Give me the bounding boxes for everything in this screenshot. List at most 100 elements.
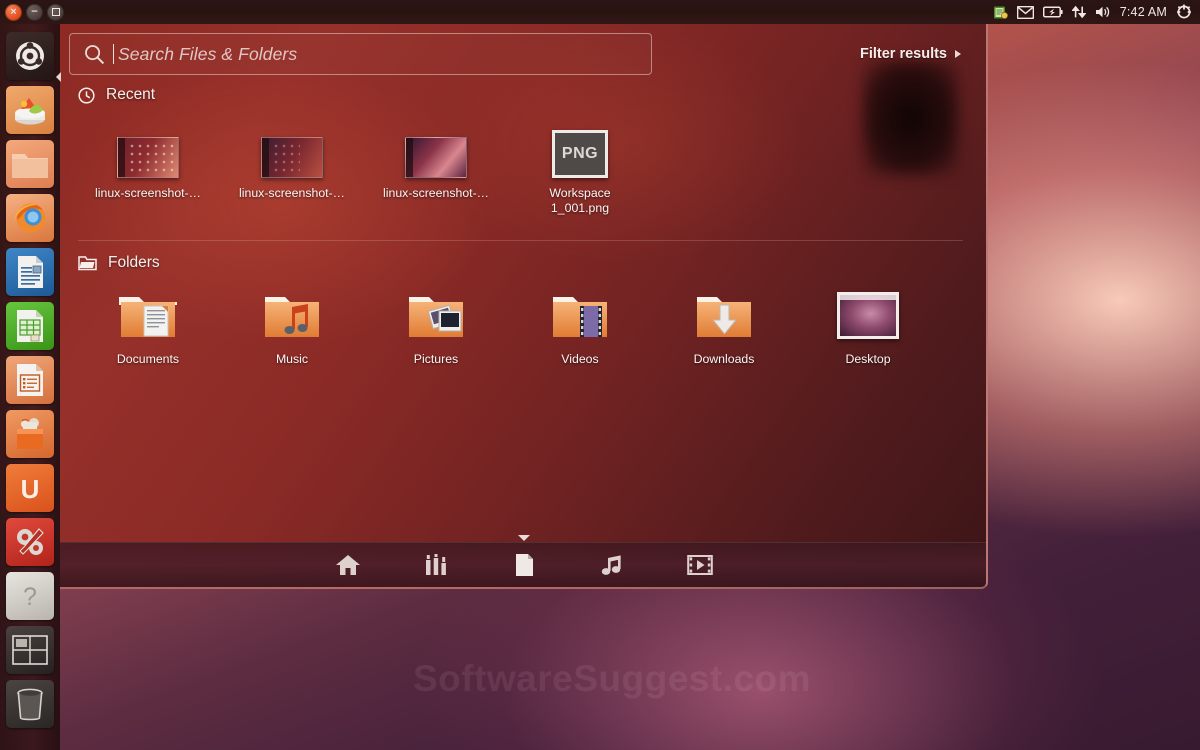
sidebar-item-system-settings[interactable] <box>6 518 54 566</box>
applications-lens-button[interactable] <box>419 548 453 582</box>
sidebar-item-ubuntu-one[interactable]: U <box>6 464 54 512</box>
result-label: linux-screenshot-… <box>95 186 201 201</box>
network-updown-icon <box>1072 5 1086 19</box>
group-header-folders: Folders <box>78 254 160 272</box>
session-indicator[interactable] <box>1176 0 1192 24</box>
watermark: SoftwareSuggest.com <box>352 658 872 700</box>
dash-search-row: Search Files & Folders Filter results <box>69 32 981 76</box>
result-item[interactable]: Documents <box>76 286 220 367</box>
clock-indicator[interactable]: 7:42 AM <box>1120 0 1167 24</box>
sidebar-item-workspace-switcher[interactable] <box>6 626 54 674</box>
filter-results-label: Filter results <box>860 46 947 62</box>
result-item[interactable]: linux-screenshot-… <box>220 116 364 215</box>
result-label: Workspace 1_001.png <box>525 186 635 215</box>
volume-indicator[interactable] <box>1095 0 1111 24</box>
folder-music-icon <box>259 287 325 343</box>
sidebar-item-trash[interactable] <box>6 680 54 728</box>
thumbnail <box>259 286 325 344</box>
files-lens-button[interactable] <box>507 548 541 582</box>
minimize-window-button[interactable]: − <box>26 4 43 21</box>
result-item[interactable]: linux-screenshot-… <box>364 116 508 215</box>
chevron-right-icon <box>955 50 961 58</box>
volume-icon <box>1095 5 1111 19</box>
group-divider <box>78 240 963 241</box>
search-input[interactable]: Search Files & Folders <box>69 33 652 75</box>
video-lens-button[interactable] <box>683 548 717 582</box>
question-mark-icon: ? <box>11 577 49 615</box>
text-cursor <box>113 44 114 64</box>
maximize-window-button[interactable] <box>47 4 64 21</box>
folder-open-icon <box>78 255 97 271</box>
result-label: Pictures <box>414 352 458 367</box>
close-window-button[interactable]: × <box>5 4 22 21</box>
spreadsheet-calc-icon <box>11 307 49 345</box>
result-label: Music <box>276 352 308 367</box>
ubuntu-logo-icon <box>13 39 47 73</box>
launcher-active-arrow-icon <box>56 72 61 82</box>
thumbnail <box>117 116 179 178</box>
power-gear-icon <box>1176 4 1192 20</box>
file-manager-icon <box>9 89 51 131</box>
thumbnail <box>547 286 613 344</box>
unity-dash: Search Files & Folders Filter results Re… <box>60 24 988 589</box>
png-file-icon: PNG <box>552 130 608 178</box>
thumbnail <box>837 286 899 344</box>
battery-indicator[interactable] <box>1043 0 1063 24</box>
network-indicator[interactable] <box>1072 0 1086 24</box>
svg-text:?: ? <box>23 583 37 611</box>
screenshot-thumbnail <box>261 137 323 178</box>
top-panel: × − <box>0 0 1200 24</box>
minimize-icon: − <box>31 8 39 17</box>
result-label: Documents <box>117 352 179 367</box>
sidebar-item-help[interactable]: ? <box>6 572 54 620</box>
folder-icon <box>10 147 50 181</box>
result-label: Videos <box>561 352 598 367</box>
filter-results-button[interactable]: Filter results <box>860 46 981 62</box>
sidebar-item-ubuntu-software-center[interactable] <box>6 410 54 458</box>
dash-lens-bar <box>60 542 988 587</box>
result-item[interactable]: linux-screenshot-… <box>76 116 220 215</box>
sidebar-item-firefox[interactable] <box>6 194 54 242</box>
result-label: Downloads <box>694 352 755 367</box>
result-label: linux-screenshot-… <box>239 186 345 201</box>
folder-pictures-icon <box>403 287 469 343</box>
folder-videos-icon <box>547 287 613 343</box>
music-lens-button[interactable] <box>595 548 629 582</box>
messaging-indicator[interactable] <box>1017 0 1034 24</box>
sidebar-item-dash-home[interactable] <box>6 32 54 80</box>
sliders-icon <box>423 553 449 577</box>
window-buttons: × − <box>0 4 64 21</box>
result-label: linux-screenshot-… <box>383 186 489 201</box>
dash-background-blur <box>863 60 958 175</box>
firefox-icon <box>10 198 50 238</box>
result-item[interactable]: Desktop <box>796 286 940 367</box>
screenshot-thumbnail <box>405 137 467 178</box>
sidebar-item-libreoffice-calc[interactable] <box>6 302 54 350</box>
unity-launcher: U ? <box>0 24 60 750</box>
search-placeholder: Search Files & Folders <box>118 44 297 65</box>
software-update-indicator[interactable] <box>993 0 1008 24</box>
group-title-recent: Recent <box>106 86 155 104</box>
folder-documents-icon <box>115 287 181 343</box>
system-tray: 7:42 AM <box>993 0 1200 24</box>
home-lens-button[interactable] <box>331 548 365 582</box>
result-item[interactable]: PNG Workspace 1_001.png <box>508 116 652 215</box>
svg-text:U: U <box>21 474 40 504</box>
sidebar-item-files[interactable] <box>6 86 54 134</box>
video-play-icon <box>687 554 713 576</box>
thumbnail <box>691 286 757 344</box>
gear-wrench-icon <box>11 523 49 561</box>
result-item[interactable]: Pictures <box>364 286 508 367</box>
result-item[interactable]: Music <box>220 286 364 367</box>
maximize-icon <box>52 8 60 16</box>
folder-downloads-icon <box>691 287 757 343</box>
document-icon <box>512 552 536 578</box>
result-item[interactable]: Videos <box>508 286 652 367</box>
sidebar-item-home-folder[interactable] <box>6 140 54 188</box>
sidebar-item-libreoffice-writer[interactable] <box>6 248 54 296</box>
result-item[interactable]: Downloads <box>652 286 796 367</box>
thumbnail <box>403 286 469 344</box>
sidebar-item-libreoffice-impress[interactable] <box>6 356 54 404</box>
folder-desktop-icon <box>837 292 899 339</box>
music-note-icon <box>600 553 624 577</box>
